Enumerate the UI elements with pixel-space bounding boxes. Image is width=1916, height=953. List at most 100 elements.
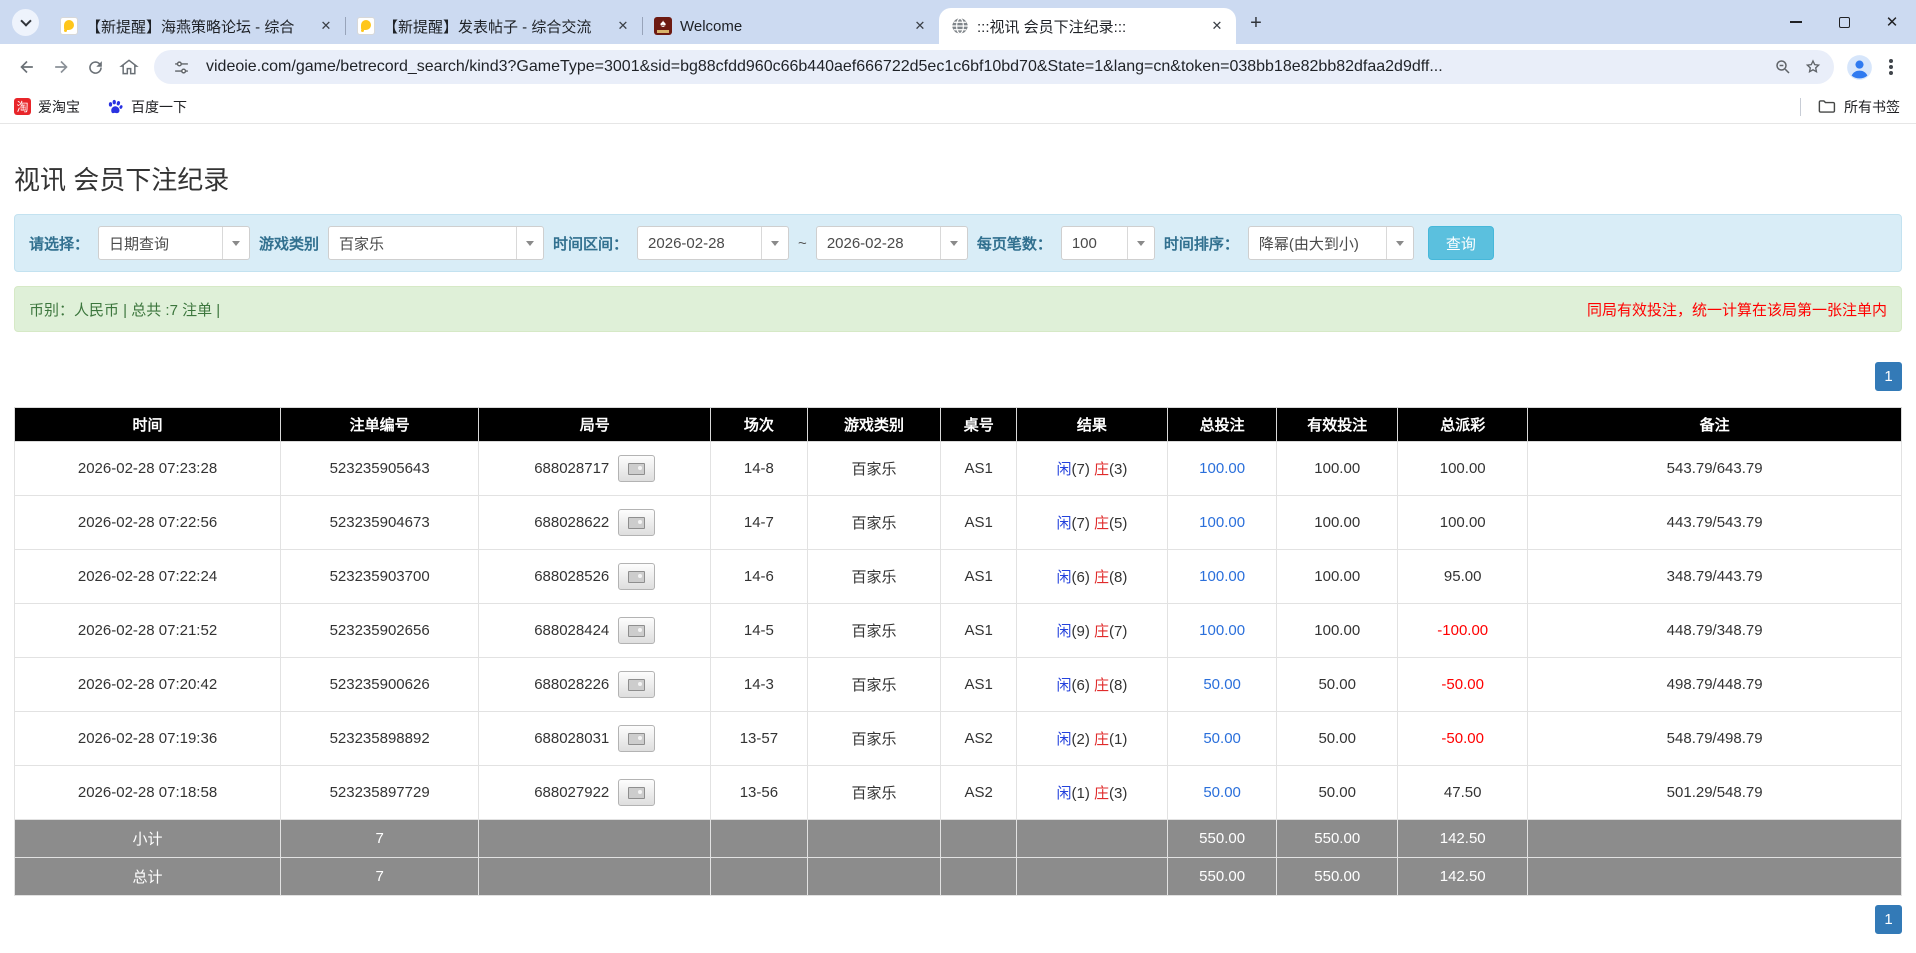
- footer-cell: 7: [281, 858, 479, 896]
- dropdown-arrow-icon[interactable]: [1127, 227, 1154, 259]
- home-button[interactable]: [112, 50, 146, 84]
- browser-menu-button[interactable]: [1876, 50, 1906, 84]
- new-tab-button[interactable]: +: [1242, 9, 1270, 37]
- total-bet-link[interactable]: 100.00: [1199, 514, 1245, 531]
- column-header: 总投注: [1167, 408, 1276, 442]
- tab-close-button[interactable]: ✕: [911, 17, 929, 35]
- cell-total-bet: 100.00: [1167, 604, 1276, 658]
- query-type-select[interactable]: 日期查询: [98, 226, 250, 260]
- time-sort-select[interactable]: 降幂(由大到小): [1248, 226, 1414, 260]
- page-1-button[interactable]: 1: [1875, 362, 1902, 391]
- round-snapshot-button[interactable]: [618, 563, 655, 590]
- all-bookmarks-button[interactable]: 所有书签: [1817, 97, 1900, 117]
- site-settings-tune-icon[interactable]: [166, 52, 196, 82]
- browser-tab[interactable]: :::视讯 会员下注纪录:::✕: [939, 8, 1236, 44]
- total-bet-link[interactable]: 100.00: [1199, 568, 1245, 585]
- pagination-bottom: 1: [14, 905, 1902, 934]
- total-bet-link[interactable]: 100.00: [1199, 460, 1245, 477]
- time-range-label: 时间区间：: [553, 233, 628, 254]
- dropdown-arrow-icon[interactable]: [1386, 227, 1413, 259]
- round-snapshot-button[interactable]: [618, 725, 655, 752]
- browser-toolbar: videoie.com/game/betrecord_search/kind3?…: [0, 44, 1916, 90]
- total-bet-link[interactable]: 50.00: [1203, 676, 1241, 693]
- maximize-button[interactable]: [1820, 0, 1868, 44]
- cell-session: 14-3: [711, 658, 807, 712]
- dropdown-arrow-icon[interactable]: [761, 227, 788, 259]
- chevron-down-icon: [20, 15, 31, 26]
- browser-tab[interactable]: 【新提醒】海燕策略论坛 - 综合✕: [48, 8, 345, 44]
- kebab-icon: [1889, 65, 1893, 69]
- cell-result: 闲(7) 庄(3): [1016, 442, 1167, 496]
- cell-result: 闲(2) 庄(1): [1016, 712, 1167, 766]
- zoom-level-icon[interactable]: [1768, 52, 1798, 82]
- cell-note: 501.29/548.79: [1528, 766, 1902, 820]
- date-to-select[interactable]: 2026-02-28: [816, 226, 968, 260]
- select-type-label: 请选择：: [29, 233, 89, 254]
- dropdown-arrow-icon[interactable]: [222, 227, 249, 259]
- bookmark-baidu[interactable]: 百度一下: [106, 97, 187, 117]
- back-button[interactable]: [10, 50, 44, 84]
- cell-round: 688028717: [479, 442, 711, 496]
- footer-cell: [1016, 820, 1167, 858]
- tab-search-button[interactable]: [12, 9, 39, 36]
- cell-round: 688028424: [479, 604, 711, 658]
- table-header-row: 时间注单编号局号场次游戏类别桌号结果总投注有效投注总派彩备注: [15, 408, 1902, 442]
- cell-bet-id: 523235904673: [281, 496, 479, 550]
- minimize-icon: [1790, 21, 1802, 23]
- cell-game-type: 百家乐: [807, 496, 941, 550]
- pagination-top: 1: [14, 362, 1902, 391]
- total-bet-link[interactable]: 100.00: [1199, 622, 1245, 639]
- maximize-icon: [1839, 17, 1850, 28]
- bookmark-star-icon[interactable]: [1798, 52, 1828, 82]
- cell-table-no: AS1: [941, 658, 1016, 712]
- cell-payout: -50.00: [1398, 658, 1528, 712]
- cell-note: 543.79/643.79: [1528, 442, 1902, 496]
- cell-round: 688028526: [479, 550, 711, 604]
- cell-valid-bet: 100.00: [1277, 550, 1398, 604]
- footer-cell: [711, 858, 807, 896]
- search-button[interactable]: 查询: [1428, 226, 1494, 260]
- address-bar[interactable]: videoie.com/game/betrecord_search/kind3?…: [154, 50, 1834, 84]
- reload-button[interactable]: [78, 50, 112, 84]
- page-1-button[interactable]: 1: [1875, 905, 1902, 934]
- profile-avatar[interactable]: [1842, 50, 1876, 84]
- table-row: 2026-02-28 07:22:56523235904673688028622…: [15, 496, 1902, 550]
- round-snapshot-button[interactable]: [618, 455, 655, 482]
- round-snapshot-button[interactable]: [618, 779, 655, 806]
- per-page-select[interactable]: 100: [1061, 226, 1155, 260]
- cell-table-no: AS1: [941, 496, 1016, 550]
- cell-total-bet: 100.00: [1167, 442, 1276, 496]
- folder-icon: [1817, 97, 1836, 116]
- total-bet-link[interactable]: 50.00: [1203, 730, 1241, 747]
- tab-close-button[interactable]: ✕: [1208, 17, 1226, 35]
- cell-valid-bet: 100.00: [1277, 604, 1398, 658]
- forum-icon: [60, 17, 78, 35]
- cell-total-bet: 100.00: [1167, 550, 1276, 604]
- avatar-icon: [1846, 54, 1873, 81]
- tab-close-button[interactable]: ✕: [614, 17, 632, 35]
- round-snapshot-button[interactable]: [618, 617, 655, 644]
- footer-cell: [1528, 858, 1902, 896]
- close-window-button[interactable]: ✕: [1868, 0, 1916, 44]
- browser-tab[interactable]: ♠Welcome✕: [642, 8, 939, 44]
- forum-icon: [357, 17, 375, 35]
- game-type-select[interactable]: 百家乐: [328, 226, 544, 260]
- cell-valid-bet: 50.00: [1277, 658, 1398, 712]
- cell-game-type: 百家乐: [807, 550, 941, 604]
- round-snapshot-button[interactable]: [618, 509, 655, 536]
- round-snapshot-button[interactable]: [618, 671, 655, 698]
- cell-valid-bet: 100.00: [1277, 442, 1398, 496]
- bookmark-aitaobao[interactable]: 淘 爱淘宝: [14, 97, 80, 117]
- forward-button[interactable]: [44, 50, 78, 84]
- total-bet-link[interactable]: 50.00: [1203, 784, 1241, 801]
- tab-strip: 【新提醒】海燕策略论坛 - 综合✕【新提醒】发表帖子 - 综合交流✕♠Welco…: [48, 0, 1236, 44]
- browser-tab[interactable]: 【新提醒】发表帖子 - 综合交流✕: [345, 8, 642, 44]
- dropdown-arrow-icon[interactable]: [516, 227, 543, 259]
- cell-note: 448.79/348.79: [1528, 604, 1902, 658]
- date-from-select[interactable]: 2026-02-28: [637, 226, 789, 260]
- dropdown-arrow-icon[interactable]: [940, 227, 967, 259]
- tab-close-button[interactable]: ✕: [317, 17, 335, 35]
- url-text[interactable]: videoie.com/game/betrecord_search/kind3?…: [206, 58, 1758, 76]
- page-title: 视讯 会员下注纪录: [14, 160, 1902, 197]
- minimize-button[interactable]: [1772, 0, 1820, 44]
